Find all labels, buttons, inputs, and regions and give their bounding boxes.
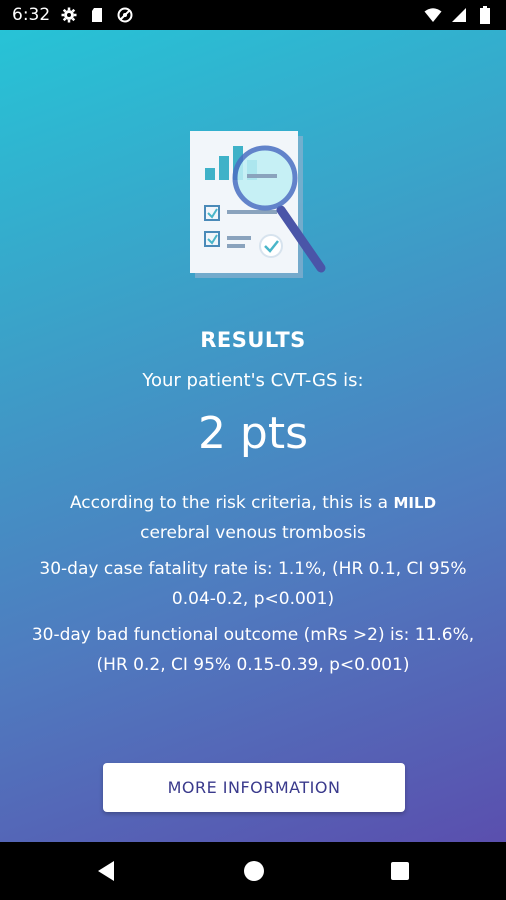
fatality-rate-text: 30-day case fatality rate is: 1.1%, (HR … <box>39 559 467 609</box>
report-magnifier-icon <box>185 128 335 288</box>
status-right <box>424 6 494 24</box>
status-left: 6:32 <box>12 5 134 25</box>
results-screen: RESULTS Your patient's CVT-GS is: 2 pts … <box>0 30 506 842</box>
sd-card-icon <box>88 6 106 24</box>
criteria-suffix: cerebral venous trombosis <box>140 523 366 543</box>
navigation-bar <box>0 842 506 900</box>
gear-icon <box>60 6 78 24</box>
status-bar: 6:32 <box>0 0 506 30</box>
score-subtitle: Your patient's CVT-GS is: <box>142 370 364 391</box>
severity-label: MILD <box>393 494 437 512</box>
battery-icon <box>476 6 494 24</box>
wifi-icon <box>424 6 442 24</box>
score-value: 2 pts <box>197 408 309 459</box>
cell-signal-icon <box>450 6 468 24</box>
back-icon[interactable] <box>94 859 118 883</box>
clock: 6:32 <box>12 5 51 25</box>
results-title: RESULTS <box>200 328 306 352</box>
blocked-circle-icon <box>116 6 134 24</box>
more-information-button[interactable]: MORE INFORMATION <box>103 763 405 812</box>
functional-outcome-text: 30-day bad functional outcome (mRs >2) i… <box>31 625 475 675</box>
recents-icon[interactable] <box>388 859 412 883</box>
home-icon[interactable] <box>242 859 266 883</box>
criteria-prefix: According to the risk criteria, this is … <box>69 493 394 513</box>
risk-criteria-text: According to the risk criteria, this is … <box>20 488 486 548</box>
